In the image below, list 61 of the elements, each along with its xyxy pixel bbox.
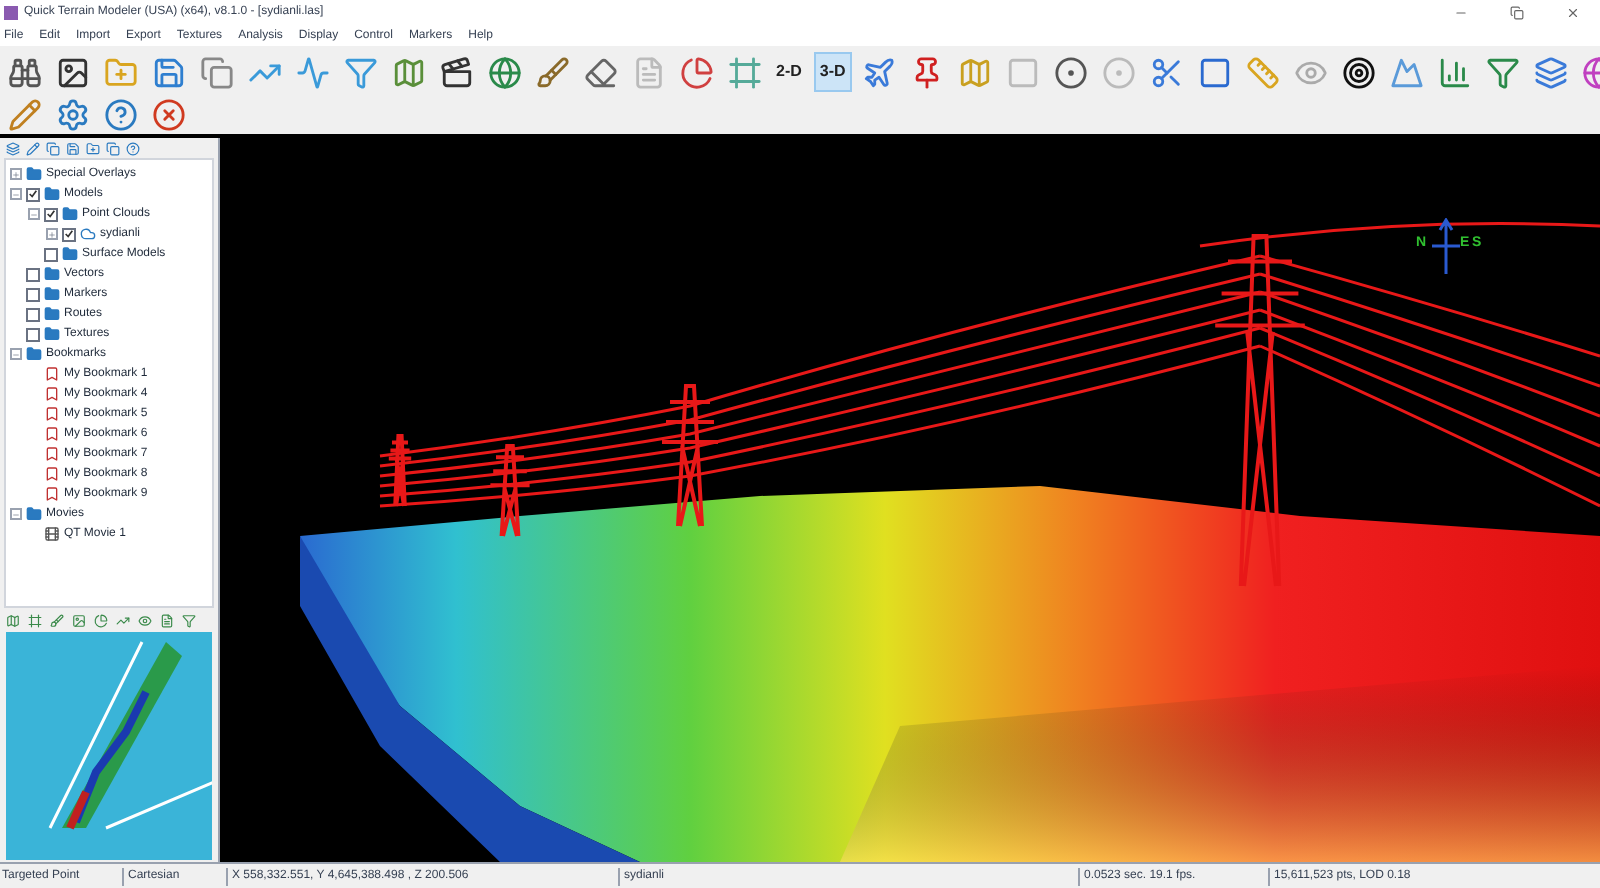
airplane-icon[interactable] bbox=[859, 52, 900, 92]
checkbox[interactable] bbox=[26, 287, 40, 301]
checkbox[interactable] bbox=[26, 267, 40, 281]
ruler-icon[interactable] bbox=[1243, 52, 1284, 92]
layers-icon[interactable] bbox=[1531, 52, 1572, 92]
panel-tool-icon[interactable] bbox=[126, 141, 140, 155]
panel-tool-icon[interactable] bbox=[72, 613, 86, 627]
panel-tool-icon[interactable] bbox=[94, 613, 108, 627]
chart-icon[interactable] bbox=[676, 52, 716, 92]
expander-icon[interactable] bbox=[28, 208, 40, 220]
globe-icon[interactable] bbox=[484, 52, 524, 92]
checkbox[interactable] bbox=[26, 307, 40, 321]
help-icon[interactable] bbox=[100, 94, 140, 134]
brush-icon[interactable] bbox=[532, 52, 572, 92]
folder-icon bbox=[62, 246, 78, 262]
panel-tool-icon[interactable] bbox=[106, 141, 120, 155]
line-chart-icon[interactable] bbox=[292, 52, 332, 92]
checkbox[interactable] bbox=[44, 247, 58, 261]
folder-icon bbox=[26, 506, 42, 522]
folder-icon bbox=[44, 306, 60, 322]
expander-icon[interactable] bbox=[10, 348, 22, 360]
panel-tool-icon[interactable] bbox=[46, 141, 60, 155]
minimize-icon[interactable] bbox=[1453, 6, 1467, 20]
close-icon[interactable] bbox=[1565, 6, 1579, 20]
folder-icon bbox=[26, 166, 42, 182]
panel-tool-icon[interactable] bbox=[50, 613, 64, 627]
folder-icon bbox=[44, 186, 60, 202]
folder-icon bbox=[62, 206, 78, 222]
movie-icon bbox=[44, 526, 60, 542]
target-icon[interactable] bbox=[1339, 52, 1380, 92]
cloud-icon bbox=[80, 226, 96, 242]
checkbox[interactable] bbox=[26, 187, 40, 201]
checkbox[interactable] bbox=[26, 327, 40, 341]
panel-tool-icon[interactable] bbox=[6, 141, 20, 155]
expander-icon[interactable] bbox=[10, 508, 22, 520]
folder-icon bbox=[26, 346, 42, 362]
panel-tool-icon[interactable] bbox=[66, 141, 80, 155]
expander-icon[interactable] bbox=[10, 188, 22, 200]
panel-tool-icon[interactable] bbox=[160, 613, 174, 627]
panel-tool-icon[interactable] bbox=[28, 613, 42, 627]
view-mode-button[interactable]: 2-D bbox=[772, 52, 806, 92]
checkbox[interactable] bbox=[62, 227, 76, 241]
folder-icon bbox=[44, 326, 60, 342]
checkbox[interactable] bbox=[44, 207, 58, 221]
panel-tool-icon[interactable] bbox=[138, 613, 152, 627]
close-icon[interactable] bbox=[148, 94, 188, 134]
panel-tool-icon[interactable] bbox=[26, 141, 40, 155]
restore-icon[interactable] bbox=[1509, 6, 1523, 20]
panel-tool-icon[interactable] bbox=[6, 613, 20, 627]
clapperboard-icon[interactable] bbox=[436, 52, 476, 92]
expander-icon[interactable] bbox=[10, 168, 22, 180]
view-mode-button[interactable]: 3-D bbox=[813, 52, 852, 92]
panel-tool-icon[interactable] bbox=[116, 613, 130, 627]
panel-tool-icon[interactable] bbox=[86, 141, 100, 155]
panel-tool-icon[interactable] bbox=[182, 613, 196, 627]
axis-icon bbox=[1432, 218, 1460, 278]
folder-icon bbox=[44, 266, 60, 282]
folder-icon bbox=[44, 286, 60, 302]
copy-icon[interactable] bbox=[196, 52, 236, 92]
expander-icon[interactable] bbox=[46, 228, 58, 240]
app-icon bbox=[4, 6, 18, 20]
